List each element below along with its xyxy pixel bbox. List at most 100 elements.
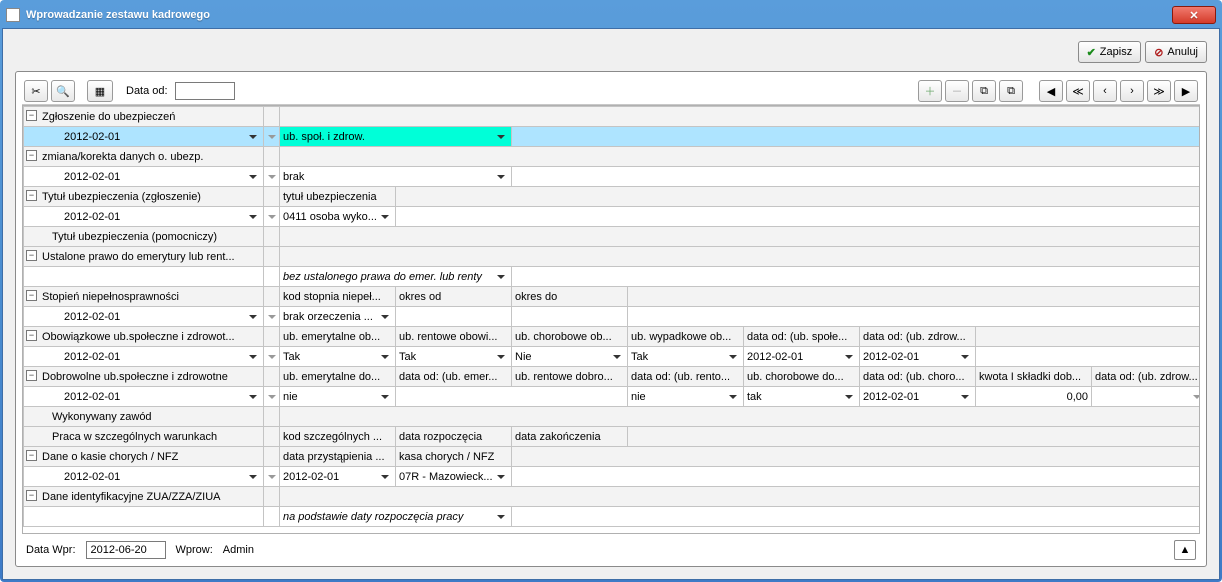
col-header: ub. rentowe dobro... (512, 367, 628, 387)
value-dropdown[interactable]: brak (283, 167, 508, 186)
collapse-icon[interactable]: − (26, 490, 37, 501)
close-button[interactable]: ✕ (1172, 6, 1216, 24)
date-dropdown[interactable]: 2012-02-01 (64, 307, 260, 326)
col-header: tytuł ubezpieczenia (280, 187, 396, 207)
value-dropdown[interactable]: brak orzeczenia ... (283, 307, 392, 326)
col-header: ub. emerytalne ob... (280, 327, 396, 347)
row-nfz: 2012-02-01 2012-02-01 07R - Mazowieck... (24, 467, 1201, 487)
value-dropdown[interactable]: na podstawie daty rozpoczęcia pracy (283, 507, 508, 526)
date-dropdown[interactable]: 2012-02-01 (64, 167, 260, 186)
data-wpr-label: Data Wpr: (26, 544, 76, 556)
date-dropdown[interactable]: 2012-02-01 (64, 387, 260, 406)
collapse-icon[interactable]: − (26, 110, 37, 121)
row-stopien: 2012-02-01 brak orzeczenia ... (24, 307, 1201, 327)
cell-dd[interactable]: 2012-02-01 (863, 387, 972, 406)
section-label: Dane identyfikacyjne ZUA/ZZA/ZIUA (42, 491, 221, 503)
grid-icon[interactable]: ▦ (87, 80, 113, 102)
copy1-icon[interactable]: ⧉ (972, 80, 996, 102)
cell-dd[interactable]: tak (747, 387, 856, 406)
section-praca: Praca w szczególnych warunkach kod szcze… (24, 427, 1201, 447)
section-zgloszenie: −Zgłoszenie do ubezpieczeń (24, 107, 1201, 127)
col-header: data od: (ub. zdrow... (860, 327, 976, 347)
aux-dropdown[interactable] (267, 127, 279, 146)
cell-dd[interactable]: 2012-02-01 (283, 467, 392, 486)
section-label: Dane o kasie chorych / NFZ (42, 451, 178, 463)
cell-dd[interactable]: nie (631, 387, 740, 406)
section-label: Tytuł ubezpieczenia (zgłoszenie) (42, 191, 201, 203)
cancel-icon: ⊘ (1154, 46, 1163, 59)
add-icon[interactable]: ＋ (918, 80, 942, 102)
cell-dd[interactable] (1095, 387, 1200, 406)
col-header: kod szczególnych ... (280, 427, 396, 447)
aux-dropdown[interactable] (267, 207, 279, 226)
row-prawo: bez ustalonego prawa do emer. lub renty (24, 267, 1201, 287)
section-obow: −Obowiązkowe ub.społeczne i zdrowot... u… (24, 327, 1201, 347)
save-label: Zapisz (1100, 46, 1132, 58)
collapse-icon[interactable]: − (26, 250, 37, 261)
date-from-input[interactable] (175, 82, 235, 100)
nav-prev-icon[interactable]: ‹ (1093, 80, 1117, 102)
col-header: ub. chorobowe do... (744, 367, 860, 387)
cell-dd[interactable]: Tak (283, 347, 392, 366)
check-icon: ✔ (1087, 46, 1096, 59)
nav-nextpage-icon[interactable]: ≫ (1147, 80, 1171, 102)
section-label: Praca w szczególnych warunkach (52, 431, 217, 443)
row-tytul: 2012-02-01 0411 osoba wyko... (24, 207, 1201, 227)
tools-icon[interactable]: ✂ (24, 80, 48, 102)
col-header: data przystąpienia ... (280, 447, 396, 467)
data-wpr-input[interactable] (86, 541, 166, 559)
aux-dropdown[interactable] (267, 387, 279, 406)
cell-dd[interactable]: Tak (399, 347, 508, 366)
date-dropdown[interactable]: 2012-02-01 (64, 207, 260, 226)
aux-dropdown[interactable] (267, 167, 279, 186)
cancel-button[interactable]: ⊘ Anuluj (1145, 41, 1207, 63)
top-action-bar: ✔ Zapisz ⊘ Anuluj (15, 41, 1207, 63)
section-zawod: Wykonywany zawód (24, 407, 1201, 427)
cell-dd[interactable]: 2012-02-01 (747, 347, 856, 366)
value-dropdown[interactable]: ub. społ. i zdrow. (283, 127, 508, 146)
row-zmiana: 2012-02-01 brak (24, 167, 1201, 187)
col-header: data rozpoczęcia (396, 427, 512, 447)
cell-dd[interactable]: 07R - Mazowieck... (399, 467, 508, 486)
aux-dropdown[interactable] (267, 467, 279, 486)
titlebar: Wprowadzanie zestawu kadrowego ✕ (2, 2, 1220, 28)
copy2-icon[interactable]: ⧉ (999, 80, 1023, 102)
app-icon (6, 8, 20, 22)
section-label: Zgłoszenie do ubezpieczeń (42, 111, 175, 123)
collapse-icon[interactable]: − (26, 190, 37, 201)
date-dropdown[interactable]: 2012-02-01 (64, 347, 260, 366)
collapse-icon[interactable]: − (26, 370, 37, 381)
value-dropdown[interactable]: 0411 osoba wyko... (283, 207, 392, 226)
status-bar: Data Wpr: Wprow: Admin ▲ (22, 534, 1200, 560)
aux-dropdown[interactable] (267, 347, 279, 366)
row-dobr: 2012-02-01 nie nie tak 2012-02-01 0,00 (24, 387, 1201, 407)
date-dropdown[interactable]: 2012-02-01 (64, 127, 260, 146)
collapse-icon[interactable]: − (26, 290, 37, 301)
collapse-icon[interactable]: − (26, 450, 37, 461)
aux-dropdown[interactable] (267, 307, 279, 326)
collapse-icon[interactable]: − (26, 330, 37, 341)
cell-dd[interactable]: 2012-02-01 (863, 347, 972, 366)
cell-dd[interactable]: Nie (515, 347, 624, 366)
search-icon[interactable]: 🔍 (51, 80, 75, 102)
row-obow: 2012-02-01 Tak Tak Nie Tak 2012-02-01 20… (24, 347, 1201, 367)
section-prawo: −Ustalone prawo do emerytury lub rent... (24, 247, 1201, 267)
remove-icon[interactable]: － (945, 80, 969, 102)
up-arrow-button[interactable]: ▲ (1174, 540, 1196, 560)
cell-dd[interactable]: Tak (631, 347, 740, 366)
collapse-icon[interactable]: − (26, 150, 37, 161)
data-grid: −Zgłoszenie do ubezpieczeń 2012-02-01 ub… (22, 105, 1200, 534)
section-label: zmiana/korekta danych o. ubezp. (42, 151, 203, 163)
date-dropdown[interactable]: 2012-02-01 (64, 467, 260, 486)
col-header: kasa chorych / NFZ (396, 447, 512, 467)
value-dropdown[interactable]: bez ustalonego prawa do emer. lub renty (283, 267, 508, 286)
cell-dd[interactable]: nie (283, 387, 392, 406)
col-header: data od: (ub. rento... (628, 367, 744, 387)
nav-first-icon[interactable]: ◀ (1039, 80, 1063, 102)
nav-next-icon[interactable]: › (1120, 80, 1144, 102)
nav-last-icon[interactable]: ▶ (1174, 80, 1198, 102)
cancel-label: Anuluj (1167, 46, 1198, 58)
col-header: data od: (ub. społe... (744, 327, 860, 347)
save-button[interactable]: ✔ Zapisz (1078, 41, 1142, 63)
nav-prevpage-icon[interactable]: ≪ (1066, 80, 1090, 102)
